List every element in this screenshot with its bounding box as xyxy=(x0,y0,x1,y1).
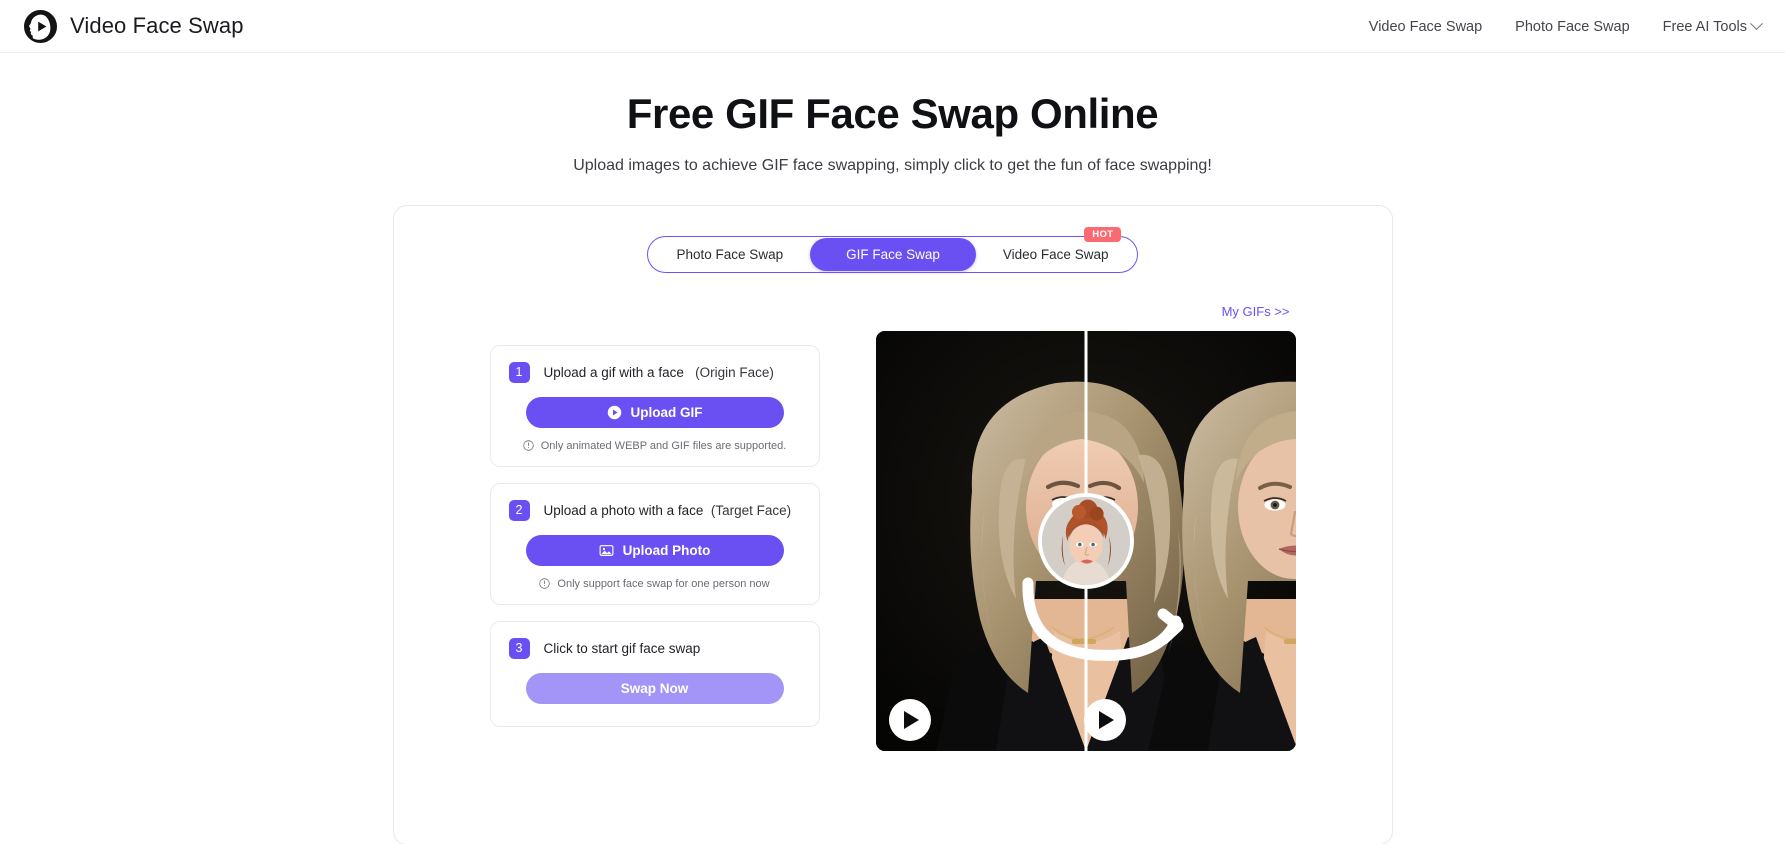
step-2-title-sub: (Target Face) xyxy=(710,502,792,518)
step-panel-1: 1 Upload a gif with a face (Origin Face)… xyxy=(489,344,820,467)
step-2-header: 2 Upload a photo with a face (Target Fac… xyxy=(508,499,801,521)
face-play-logo-icon xyxy=(24,9,57,43)
step-2-hint: Only support face swap for one person no… xyxy=(509,578,801,590)
step-2-title: Upload a photo with a face (Target Face) xyxy=(544,503,792,518)
step-1-number: 1 xyxy=(508,361,530,383)
step-panel-2: 2 Upload a photo with a face (Target Fac… xyxy=(489,482,820,605)
main-nav: Video Face Swap Photo Face Swap Free AI … xyxy=(1369,0,1763,53)
hero-section: Free GIF Face Swap Online Upload images … xyxy=(0,53,1785,175)
tool-card: Photo Face Swap GIF Face Swap Video Face… xyxy=(392,204,1393,844)
brand[interactable]: Video Face Swap xyxy=(24,9,244,43)
page-title: Free GIF Face Swap Online xyxy=(626,90,1159,137)
tab-photo-face-swap[interactable]: Photo Face Swap xyxy=(648,236,813,273)
preview-image[interactable] xyxy=(875,330,1296,751)
tab-gif-face-swap[interactable]: GIF Face Swap xyxy=(810,237,976,271)
nav-item-free-ai-tools-label: Free AI Tools xyxy=(1662,18,1747,35)
step-2-title-main: Upload a photo with a face xyxy=(543,502,704,518)
step-2-hint-text: Only support face swap for one person no… xyxy=(557,577,770,590)
target-face-thumbnail xyxy=(1037,492,1134,589)
step-1-hint-text: Only animated WEBP and GIF files are sup… xyxy=(540,439,787,452)
step-panel-3: 3 Click to start gif face swap Swap Now xyxy=(489,620,820,727)
step-1-title-sub: (Origin Face) xyxy=(695,364,774,380)
preview-column: My GIFs >> xyxy=(875,303,1296,751)
info-circle-icon xyxy=(523,440,534,451)
step-1-title: Upload a gif with a face (Origin Face) xyxy=(544,365,774,380)
upload-gif-button-label: Upload GIF xyxy=(630,404,703,420)
play-icon xyxy=(1099,710,1114,729)
step-1-hint: Only animated WEBP and GIF files are sup… xyxy=(509,440,801,452)
mode-tabs: Photo Face Swap GIF Face Swap Video Face… xyxy=(646,226,1139,273)
step-3-title: Click to start gif face swap xyxy=(543,640,701,656)
play-button-left[interactable] xyxy=(888,698,931,741)
play-button-right[interactable] xyxy=(1083,698,1126,741)
step-3-number: 3 xyxy=(508,637,530,659)
site-header: Video Face Swap Video Face Swap Photo Fa… xyxy=(0,0,1785,53)
step-3-header: 3 Click to start gif face swap xyxy=(508,637,801,659)
steps-column: 1 Upload a gif with a face (Origin Face)… xyxy=(489,303,820,751)
step-2-number: 2 xyxy=(508,499,530,521)
upload-gif-button[interactable]: Upload GIF xyxy=(525,396,784,428)
page-subtitle: Upload images to achieve GIF face swappi… xyxy=(573,156,1212,174)
tabs-container: Photo Face Swap GIF Face Swap Video Face… xyxy=(394,206,1392,273)
nav-item-free-ai-tools[interactable]: Free AI Tools xyxy=(1662,17,1763,35)
play-circle-icon xyxy=(607,405,621,419)
swap-now-button[interactable]: Swap Now xyxy=(525,672,784,704)
my-gifs-link[interactable]: My GIFs >> xyxy=(1222,304,1290,319)
nav-item-photo-face-swap[interactable]: Photo Face Swap xyxy=(1515,19,1629,35)
upload-photo-button[interactable]: Upload Photo xyxy=(525,534,784,566)
info-circle-icon xyxy=(539,578,551,589)
chevron-down-icon xyxy=(1750,17,1763,31)
target-face-thumbnail-image xyxy=(1041,496,1130,585)
hot-badge: HOT xyxy=(1084,226,1122,243)
image-icon xyxy=(599,544,614,556)
step-1-header: 1 Upload a gif with a face (Origin Face) xyxy=(508,361,801,383)
swap-now-button-label: Swap Now xyxy=(620,680,689,696)
step-1-title-main: Upload a gif with a face xyxy=(543,364,684,380)
my-gifs-row: My GIFs >> xyxy=(876,303,1296,331)
play-icon xyxy=(904,710,919,729)
nav-item-video-face-swap[interactable]: Video Face Swap xyxy=(1369,19,1482,35)
brand-name: Video Face Swap xyxy=(70,13,244,38)
tool-body: 1 Upload a gif with a face (Origin Face)… xyxy=(394,273,1392,791)
upload-photo-button-label: Upload Photo xyxy=(622,542,711,558)
